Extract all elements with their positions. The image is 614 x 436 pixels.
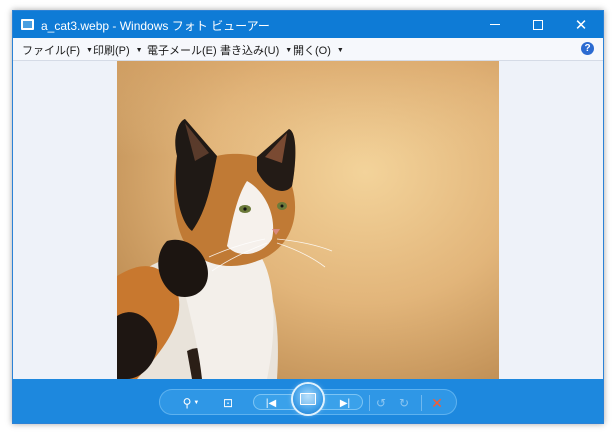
minimize-icon <box>490 24 500 25</box>
minimize-button[interactable] <box>475 11 515 38</box>
rotate-counterclockwise-button[interactable]: ↺ <box>373 396 389 410</box>
menu-open-label: 開く(O) <box>293 45 331 57</box>
menu-file-label: ファイル(F) <box>22 45 81 57</box>
previous-icon: |◀ <box>265 397 277 409</box>
help-icon[interactable]: ? <box>581 42 594 55</box>
slideshow-icon <box>300 393 316 405</box>
menu-bar: ファイル(F) ▼ 印刷(P) ▼ 電子メール(E) 書き込み(U) ▼ 開く(… <box>13 38 603 61</box>
rotate-clockwise-button[interactable]: ↻ <box>396 396 412 410</box>
close-button[interactable]: ✕ <box>561 11 601 38</box>
rotate-ccw-icon: ↺ <box>375 396 387 410</box>
fit-to-window-icon: ⊡ <box>222 396 234 410</box>
menu-email-label: 電子メール(E) <box>147 45 217 57</box>
slideshow-button[interactable] <box>293 384 323 414</box>
photo-viewer-app-icon <box>21 19 34 30</box>
image-viewport[interactable] <box>13 61 603 379</box>
menu-print[interactable]: 印刷(P) ▼ <box>93 42 143 58</box>
next-icon: ▶| <box>339 397 351 409</box>
previous-button[interactable]: |◀ <box>259 396 283 410</box>
maximize-icon <box>533 19 543 30</box>
photo-viewer-window: a_cat3.webp - Windows フォト ビューアー ✕ ファイル(F… <box>12 10 604 424</box>
delete-button[interactable]: ✕ <box>429 394 445 411</box>
menu-burn-label: 書き込み(U) <box>220 45 280 57</box>
chevron-down-icon: ▼ <box>336 46 344 54</box>
menu-file[interactable]: ファイル(F) ▼ <box>22 42 93 58</box>
window-title: a_cat3.webp - Windows フォト ビューアー <box>41 19 270 33</box>
chevron-down-icon: ▼ <box>135 46 143 54</box>
toolbar-separator <box>421 395 422 411</box>
chevron-down-icon: ▼ <box>86 46 93 54</box>
cat-photo <box>117 61 499 379</box>
zoom-button[interactable]: ⚲ ▼ <box>179 396 203 410</box>
menu-open[interactable]: 開く(O) ▼ <box>293 42 344 58</box>
menu-email[interactable]: 電子メール(E) <box>147 42 217 58</box>
delete-icon: ✕ <box>431 394 443 411</box>
bottom-toolbar: ⚲ ▼ ⊡ |◀ ▶| ↺ ↻ ✕ <box>13 379 603 423</box>
title-bar[interactable]: a_cat3.webp - Windows フォト ビューアー ✕ <box>13 11 603 38</box>
maximize-button[interactable] <box>518 11 558 38</box>
close-icon: ✕ <box>574 16 588 34</box>
next-button[interactable]: ▶| <box>333 396 357 410</box>
menu-print-label: 印刷(P) <box>93 45 130 57</box>
chevron-down-icon: ▼ <box>285 46 293 54</box>
actual-size-button[interactable]: ⊡ <box>219 396 237 410</box>
toolbar-separator <box>369 395 370 411</box>
menu-burn[interactable]: 書き込み(U) ▼ <box>220 42 292 58</box>
magnifier-icon: ⚲ <box>182 396 192 410</box>
chevron-down-icon: ▼ <box>193 400 200 406</box>
rotate-cw-icon: ↻ <box>398 396 410 410</box>
